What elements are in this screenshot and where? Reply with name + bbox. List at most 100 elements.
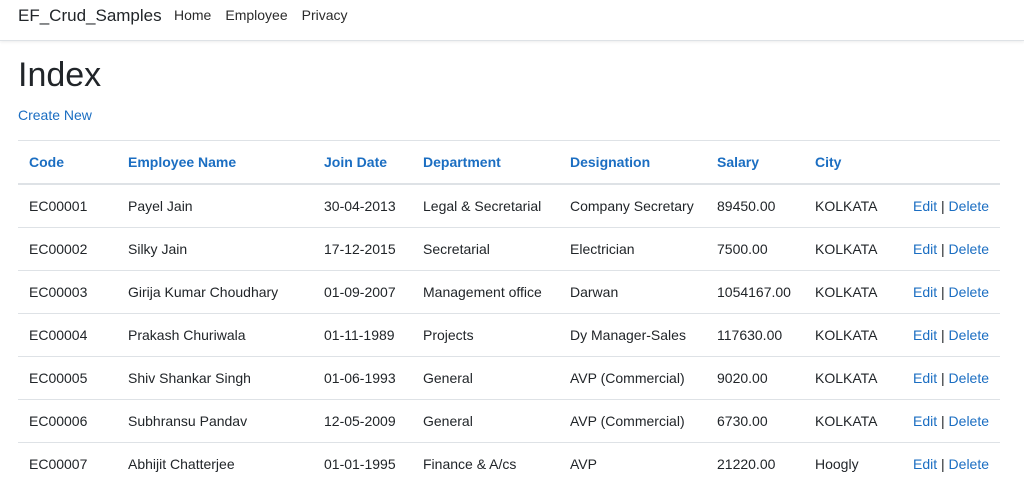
column-header-actions: [902, 140, 1000, 185]
cell-code: EC00006: [18, 399, 117, 443]
cell-employee-name: Payel Jain: [117, 183, 313, 228]
table-row: EC00006 Subhransu Pandav 12-05-2009 General…: [18, 399, 1000, 443]
cell-city: KOLKATA: [804, 270, 902, 314]
cell-employee-name: Abhijit Chatterjee: [117, 442, 313, 485]
column-header-designation[interactable]: Designation: [559, 140, 706, 185]
delete-link[interactable]: Delete: [949, 198, 989, 214]
nav-links: Home Employee Privacy: [174, 7, 362, 23]
cell-salary: 7500.00: [706, 227, 804, 271]
table-row: EC00007 Abhijit Chatterjee 01-01-1995 Finan…: [18, 442, 1000, 485]
table-row: EC00002 Silky Jain 17-12-2015 Secretarial El…: [18, 227, 1000, 271]
row-actions: Edit | Delete: [902, 183, 1000, 228]
cell-designation: AVP (Commercial): [559, 356, 706, 400]
edit-link[interactable]: Edit: [913, 198, 937, 214]
column-header-join-date[interactable]: Join Date: [313, 140, 412, 185]
delete-link[interactable]: Delete: [949, 327, 989, 343]
column-header-city[interactable]: City: [804, 140, 902, 185]
cell-join-date: 01-01-1995: [313, 442, 412, 485]
action-separator: |: [941, 284, 945, 300]
cell-join-date: 01-09-2007: [313, 270, 412, 314]
nav-link-home[interactable]: Home: [174, 7, 211, 23]
action-separator: |: [941, 327, 945, 343]
cell-join-date: 12-05-2009: [313, 399, 412, 443]
cell-code: EC00007: [18, 442, 117, 485]
cell-join-date: 01-06-1993: [313, 356, 412, 400]
cell-salary: 9020.00: [706, 356, 804, 400]
cell-employee-name: Silky Jain: [117, 227, 313, 271]
cell-department: Finance & A/cs: [412, 442, 559, 485]
nav-link-employee[interactable]: Employee: [225, 7, 287, 23]
cell-department: Legal & Secretarial: [412, 183, 559, 228]
cell-employee-name: Girija Kumar Choudhary: [117, 270, 313, 314]
cell-department: General: [412, 399, 559, 443]
row-actions: Edit | Delete: [902, 270, 1000, 314]
delete-link[interactable]: Delete: [949, 241, 989, 257]
cell-employee-name: Shiv Shankar Singh: [117, 356, 313, 400]
cell-code: EC00003: [18, 270, 117, 314]
table-header-row: Code Employee Name Join Date Department …: [18, 140, 1000, 185]
edit-link[interactable]: Edit: [913, 284, 937, 300]
page-title: Index: [18, 56, 102, 94]
table-row: EC00005 Shiv Shankar Singh 01-06-1993 Gener…: [18, 356, 1000, 400]
cell-salary: 6730.00: [706, 399, 804, 443]
row-actions: Edit | Delete: [902, 356, 1000, 400]
cell-designation: Darwan: [559, 270, 706, 314]
row-actions: Edit | Delete: [902, 399, 1000, 443]
cell-salary: 89450.00: [706, 183, 804, 228]
cell-designation: Electrician: [559, 227, 706, 271]
cell-join-date: 01-11-1989: [313, 313, 412, 357]
create-new-link[interactable]: Create New: [18, 107, 92, 123]
edit-link[interactable]: Edit: [913, 241, 937, 257]
cell-code: EC00002: [18, 227, 117, 271]
row-actions: Edit | Delete: [902, 227, 1000, 271]
cell-employee-name: Prakash Churiwala: [117, 313, 313, 357]
cell-salary: 117630.00: [706, 313, 804, 357]
cell-city: KOLKATA: [804, 399, 902, 443]
cell-city: Hoogly: [804, 442, 902, 485]
nav-link-privacy[interactable]: Privacy: [302, 7, 348, 23]
cell-salary: 1054167.00: [706, 270, 804, 314]
cell-code: EC00001: [18, 183, 117, 228]
edit-link[interactable]: Edit: [913, 456, 937, 472]
action-separator: |: [941, 413, 945, 429]
delete-link[interactable]: Delete: [949, 370, 989, 386]
table-row: EC00004 Prakash Churiwala 01-11-1989 Projec…: [18, 313, 1000, 357]
delete-link[interactable]: Delete: [949, 284, 989, 300]
cell-city: KOLKATA: [804, 183, 902, 228]
brand-link[interactable]: EF_Crud_Samples: [18, 6, 162, 26]
table-row: EC00003 Girija Kumar Choudhary 01-09-2007 M…: [18, 270, 1000, 314]
column-header-salary[interactable]: Salary: [706, 140, 804, 185]
cell-designation: AVP: [559, 442, 706, 485]
action-separator: |: [941, 456, 945, 472]
cell-designation: Company Secretary: [559, 183, 706, 228]
cell-designation: Dy Manager-Sales: [559, 313, 706, 357]
table-row: EC00001 Payel Jain 30-04-2013 Legal & Secre…: [18, 183, 1000, 228]
cell-code: EC00004: [18, 313, 117, 357]
cell-city: KOLKATA: [804, 227, 902, 271]
column-header-department[interactable]: Department: [412, 140, 559, 185]
table-body: EC00001 Payel Jain 30-04-2013 Legal & Secre…: [18, 183, 1000, 485]
edit-link[interactable]: Edit: [913, 370, 937, 386]
cell-city: KOLKATA: [804, 313, 902, 357]
cell-salary: 21220.00: [706, 442, 804, 485]
action-separator: |: [941, 198, 945, 214]
row-actions: Edit | Delete: [902, 313, 1000, 357]
edit-link[interactable]: Edit: [913, 327, 937, 343]
delete-link[interactable]: Delete: [949, 413, 989, 429]
delete-link[interactable]: Delete: [949, 456, 989, 472]
column-header-code[interactable]: Code: [18, 140, 117, 185]
top-navbar: EF_Crud_Samples Home Employee Privacy: [0, 0, 1024, 41]
employee-table-container: Code Employee Name Join Date Department …: [18, 140, 1000, 485]
edit-link[interactable]: Edit: [913, 413, 937, 429]
row-actions: Edit | Delete: [902, 442, 1000, 485]
cell-join-date: 17-12-2015: [313, 227, 412, 271]
action-separator: |: [941, 370, 945, 386]
cell-designation: AVP (Commercial): [559, 399, 706, 443]
cell-city: KOLKATA: [804, 356, 902, 400]
column-header-employee-name[interactable]: Employee Name: [117, 140, 313, 185]
cell-department: Management office: [412, 270, 559, 314]
cell-department: General: [412, 356, 559, 400]
cell-code: EC00005: [18, 356, 117, 400]
cell-employee-name: Subhransu Pandav: [117, 399, 313, 443]
employee-table: Code Employee Name Join Date Department …: [18, 140, 1000, 485]
